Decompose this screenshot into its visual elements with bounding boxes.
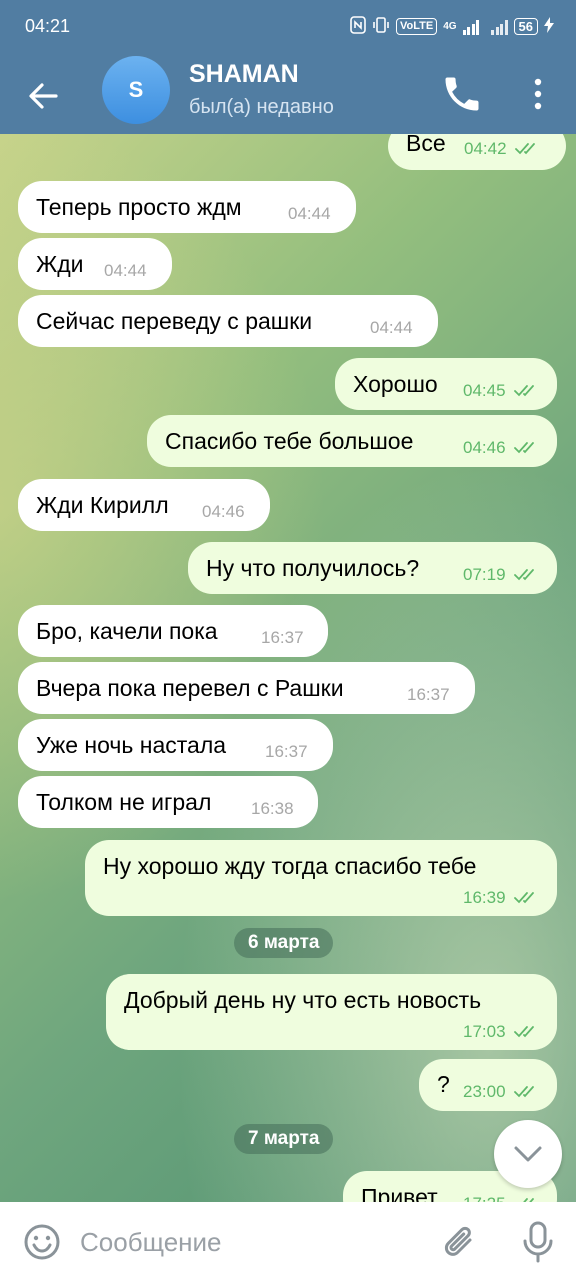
- message-time: 16:37: [407, 685, 450, 704]
- message-incoming[interactable]: Жди Кирилл 04:46: [18, 479, 270, 531]
- message-incoming[interactable]: Вчера пока перевел с Рашки 16:37: [18, 662, 475, 714]
- message-incoming[interactable]: Уже ночь настала 16:37: [18, 719, 333, 771]
- message-incoming[interactable]: Толком не играл 16:38: [18, 776, 318, 828]
- back-button[interactable]: [20, 72, 68, 120]
- charging-icon: [544, 17, 554, 36]
- attach-button[interactable]: [440, 1222, 480, 1262]
- message-meta: 04:42: [464, 139, 541, 159]
- message-time: 04:44: [104, 261, 147, 280]
- message-time: 17:25: [463, 1194, 506, 1202]
- message-list[interactable]: Все 04:42 Теперь просто ждм 04:44 Жди 04…: [0, 134, 576, 1202]
- status-icons: VoLTE 4G 56: [350, 16, 554, 37]
- message-text: Бро, качели пока: [36, 618, 218, 644]
- message-time: 16:37: [261, 628, 304, 647]
- voice-record-button[interactable]: [518, 1220, 558, 1264]
- message-text: Хорошо: [353, 371, 438, 397]
- message-meta: 16:39: [463, 888, 540, 908]
- message-outgoing[interactable]: ? 23:00: [419, 1059, 557, 1111]
- double-check-icon: [513, 385, 534, 397]
- arrow-left-icon: [29, 83, 58, 109]
- more-menu-button[interactable]: [518, 72, 558, 116]
- message-text: Жди Кирилл: [36, 492, 169, 518]
- message-time: 04:46: [202, 502, 245, 521]
- message-meta: 17:25: [463, 1194, 540, 1202]
- message-text: Теперь просто ждм: [36, 194, 242, 220]
- message-outgoing[interactable]: Хорошо 04:45: [335, 358, 557, 410]
- chat-subtitle: был(а) недавно: [189, 96, 334, 118]
- date-separator: 7 марта: [234, 1124, 334, 1154]
- nfc-icon: [350, 16, 366, 37]
- message-meta: 23:00: [463, 1082, 540, 1102]
- scroll-down-button[interactable]: [494, 1120, 562, 1188]
- message-meta: 04:45: [463, 381, 540, 401]
- smile-icon: [24, 1224, 60, 1260]
- double-check-icon: [513, 1026, 534, 1038]
- avatar[interactable]: S: [102, 56, 170, 124]
- message-incoming[interactable]: Сейчас переведу с рашки 04:44: [18, 295, 438, 347]
- message-incoming[interactable]: Жди 04:44: [18, 238, 172, 290]
- message-time: 04:46: [463, 438, 506, 457]
- more-vertical-icon: [534, 78, 542, 110]
- message-time: 04:44: [288, 204, 331, 223]
- emoji-button[interactable]: [22, 1222, 62, 1262]
- network-type: 4G: [443, 21, 457, 32]
- message-time: 04:45: [463, 381, 506, 400]
- message-time: 16:39: [463, 888, 506, 907]
- microphone-icon: [523, 1221, 553, 1263]
- message-text: Ну хорошо жду тогда спасибо тебе: [103, 853, 477, 879]
- message-time: 16:37: [265, 742, 308, 761]
- vibrate-icon: [372, 16, 390, 37]
- message-time: 07:19: [463, 565, 506, 584]
- double-check-icon: [513, 569, 534, 581]
- message-text: Спасибо тебе большое: [165, 428, 414, 454]
- message-text: Все: [406, 134, 446, 156]
- message-outgoing[interactable]: Все 04:42: [388, 134, 566, 170]
- paperclip-icon: [444, 1226, 472, 1256]
- message-time: 23:00: [463, 1082, 506, 1101]
- message-outgoing[interactable]: Ну хорошо жду тогда спасибо тебе 16:39: [85, 840, 557, 916]
- call-button[interactable]: [440, 72, 484, 116]
- double-check-icon: [513, 442, 534, 454]
- signal-2-icon: [491, 19, 508, 35]
- message-incoming[interactable]: Бро, качели пока 16:37: [18, 605, 328, 657]
- message-outgoing[interactable]: Спасибо тебе большое 04:46: [147, 415, 557, 467]
- message-text: ?: [437, 1071, 450, 1097]
- signal-icon: [462, 19, 480, 35]
- message-meta: 07:19: [463, 565, 540, 585]
- double-check-icon: [513, 1086, 534, 1098]
- volte-badge: VoLTE: [395, 18, 438, 35]
- message-text: Сейчас переведу с рашки: [36, 308, 313, 334]
- message-text: Жди: [36, 251, 84, 277]
- message-time: 16:38: [251, 799, 294, 818]
- message-text: Ну что получилось?: [206, 555, 420, 581]
- message-outgoing[interactable]: Ну что получилось? 07:19: [188, 542, 557, 594]
- message-text: Добрый день ну что есть новость: [124, 987, 482, 1013]
- message-meta: 17:03: [463, 1022, 540, 1042]
- phone-icon: [445, 77, 479, 111]
- chevron-down-icon: [514, 1146, 542, 1162]
- message-time: 17:03: [463, 1022, 506, 1041]
- battery-level: 56: [513, 18, 538, 35]
- double-check-icon: [514, 143, 535, 155]
- message-time: 04:44: [370, 318, 413, 337]
- message-incoming[interactable]: Теперь просто ждм 04:44: [18, 181, 356, 233]
- message-text: Толком не играл: [36, 789, 212, 815]
- message-text: Привет: [361, 1184, 438, 1202]
- double-check-icon: [522, 1198, 534, 1202]
- status-bar: 04:21 VoLTE 4G 56: [0, 0, 576, 56]
- message-text: Вчера пока перевел с Рашки: [36, 675, 344, 701]
- date-separator: 6 марта: [234, 928, 334, 958]
- message-meta: 04:46: [463, 438, 540, 458]
- message-text: Уже ночь настала: [36, 732, 227, 758]
- status-time: 04:21: [25, 16, 71, 36]
- double-check-icon: [513, 892, 534, 904]
- message-outgoing[interactable]: Добрый день ну что есть новость 17:03: [106, 974, 557, 1050]
- message-composer: [0, 1202, 576, 1280]
- chat-title[interactable]: SHAMAN: [189, 60, 299, 89]
- message-input[interactable]: [80, 1222, 420, 1262]
- message-time: 04:42: [464, 139, 507, 158]
- chat-header: S SHAMAN был(а) недавно: [0, 56, 576, 134]
